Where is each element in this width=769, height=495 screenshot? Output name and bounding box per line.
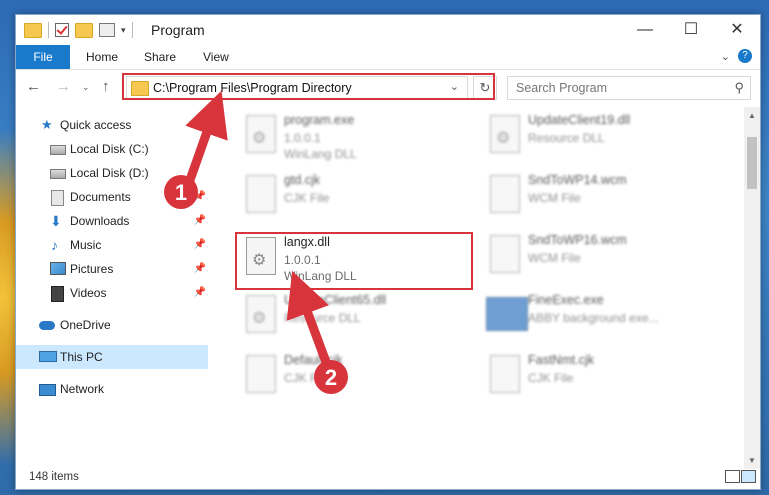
step-1-label: 1 <box>175 180 187 205</box>
arrow-to-file <box>286 270 331 367</box>
annotation-overlay: 1 2 <box>164 90 348 394</box>
step-2-label: 2 <box>325 365 337 390</box>
arrow-to-address-bar <box>185 90 228 185</box>
